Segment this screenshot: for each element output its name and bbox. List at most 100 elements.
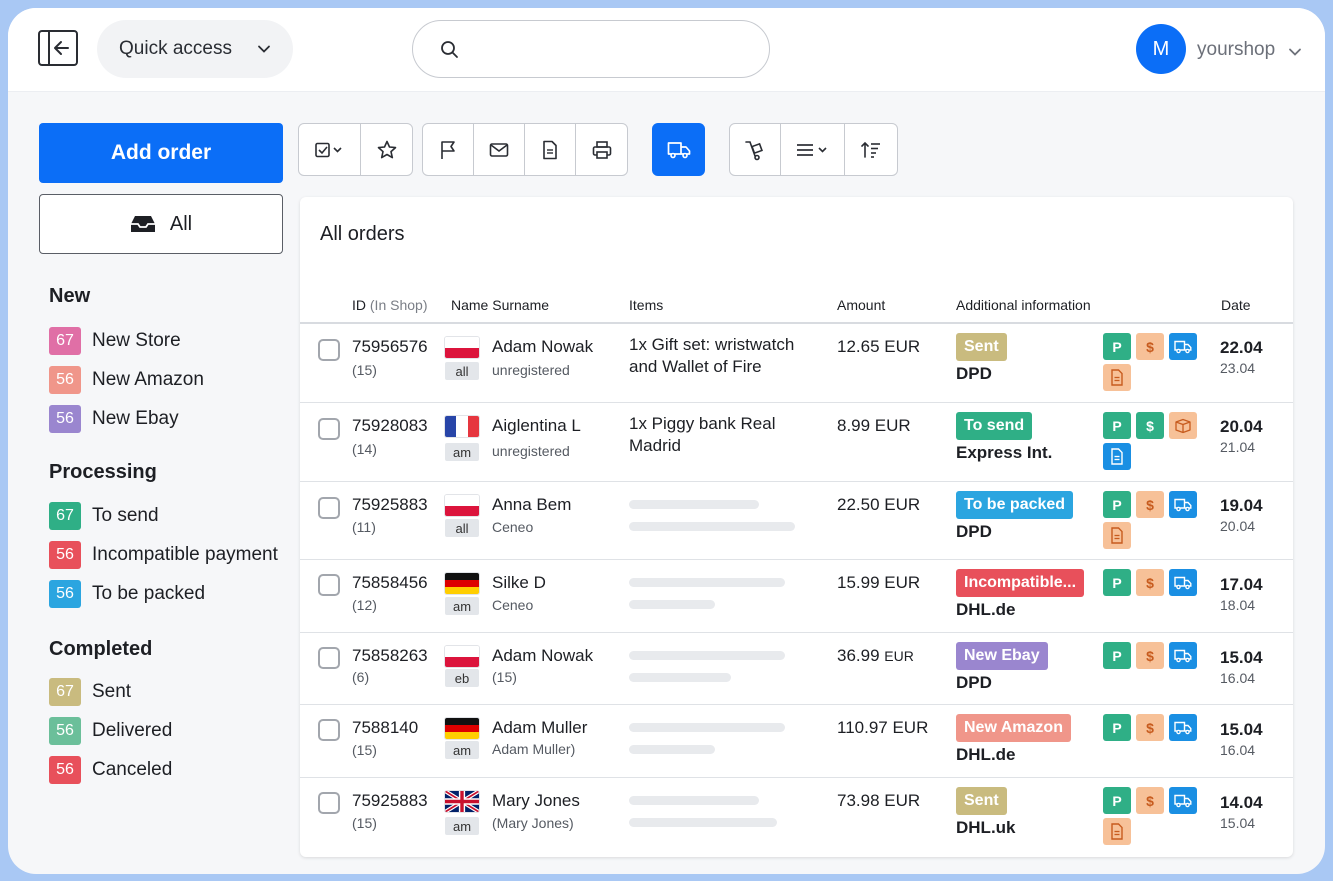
column-header-amount[interactable]: Amount xyxy=(837,297,885,313)
favorite-button[interactable] xyxy=(361,124,412,175)
dollar-icon[interactable]: $ xyxy=(1136,569,1164,596)
table-row[interactable]: 75928083 (14) am Aiglentina L unregister… xyxy=(300,403,1293,482)
table-row[interactable]: 75858456 (12) am Silke D Ceneo 15.99 EUR… xyxy=(300,560,1293,633)
dollar-icon[interactable]: $ xyxy=(1136,714,1164,741)
print-button[interactable] xyxy=(576,124,627,175)
payment-p-icon[interactable]: P xyxy=(1103,491,1131,518)
table-row[interactable]: 75956576 (15) all Adam Nowak unregistere… xyxy=(300,324,1293,403)
dollar-icon[interactable]: $ xyxy=(1136,491,1164,518)
customer-name[interactable]: Adam Muller xyxy=(492,718,587,738)
order-date: 17.04 xyxy=(1220,575,1263,594)
status-badge[interactable]: New Ebay xyxy=(956,642,1048,670)
order-amount: 8.99 EUR xyxy=(837,416,911,435)
customer-name[interactable]: Aiglentina L xyxy=(492,416,581,436)
dollar-icon[interactable]: $ xyxy=(1136,642,1164,669)
items-placeholder xyxy=(629,578,785,587)
dollar-icon[interactable]: $ xyxy=(1136,787,1164,814)
avatar[interactable]: M xyxy=(1136,24,1186,74)
truck-icon[interactable] xyxy=(1169,333,1197,360)
sidebar-item-new-ebay[interactable]: 56 New Ebay xyxy=(49,405,179,433)
sidebar-item-label: To send xyxy=(92,505,159,526)
select-dropdown-button[interactable] xyxy=(299,124,361,175)
shipping-button[interactable] xyxy=(652,123,705,176)
row-checkbox[interactable] xyxy=(318,497,340,519)
column-header-id[interactable]: ID (In Shop) xyxy=(352,297,427,313)
column-header-date[interactable]: Date xyxy=(1221,297,1251,313)
status-badge[interactable]: To send xyxy=(956,412,1033,440)
trolley-button[interactable] xyxy=(730,124,781,175)
truck-icon[interactable] xyxy=(1169,787,1197,814)
document-button[interactable] xyxy=(525,124,576,175)
customer-name[interactable]: Anna Bem xyxy=(492,495,571,515)
quick-access-dropdown[interactable]: Quick access xyxy=(97,20,293,78)
table-row[interactable]: 7588140 (15) am Adam Muller Adam Muller)… xyxy=(300,705,1293,778)
table-row[interactable]: 75925883 (11) all Anna Bem Ceneo 22.50 E… xyxy=(300,482,1293,560)
dollar-icon[interactable]: $ xyxy=(1136,412,1164,439)
add-order-button[interactable]: Add order xyxy=(39,123,283,183)
truck-icon[interactable] xyxy=(1169,714,1197,741)
column-header-info[interactable]: Additional information xyxy=(956,297,1091,313)
status-badge[interactable]: Incompatible... xyxy=(956,569,1085,597)
sidebar-item-incompatible-payment[interactable]: 56 Incompatible payment xyxy=(49,541,278,569)
row-checkbox[interactable] xyxy=(318,418,340,440)
status-badge[interactable]: Sent xyxy=(956,787,1007,815)
username[interactable]: yourshop xyxy=(1197,39,1275,61)
sidebar-item-to-be-packed[interactable]: 56 To be packed xyxy=(49,580,205,608)
row-checkbox[interactable] xyxy=(318,719,340,741)
toolbar-group-view xyxy=(729,123,898,176)
sidebar-item-canceled[interactable]: 56 Canceled xyxy=(49,756,172,784)
chevron-down-icon xyxy=(258,45,270,53)
status-badge[interactable]: New Amazon xyxy=(956,714,1071,742)
customer-name[interactable]: Mary Jones xyxy=(492,791,580,811)
row-checkbox[interactable] xyxy=(318,647,340,669)
all-orders-button[interactable]: All xyxy=(39,194,283,254)
document-icon xyxy=(543,140,557,159)
payment-p-icon[interactable]: P xyxy=(1103,569,1131,596)
sidebar-item-to-send[interactable]: 67 To send xyxy=(49,502,159,530)
order-date-secondary: 23.04 xyxy=(1220,360,1256,376)
sidebar-item-delivered[interactable]: 56 Delivered xyxy=(49,717,172,745)
customer-name[interactable]: Silke D xyxy=(492,573,546,593)
carrier-name: DPD xyxy=(956,522,992,541)
shop-badge: all xyxy=(445,362,479,380)
row-checkbox[interactable] xyxy=(318,792,340,814)
truck-icon[interactable] xyxy=(1169,491,1197,518)
sidebar-item-new-store[interactable]: 67 New Store xyxy=(49,327,181,355)
sidebar-item-new-amazon[interactable]: 56 New Amazon xyxy=(49,366,204,394)
status-badge[interactable]: To be packed xyxy=(956,491,1074,519)
table-row[interactable]: 75925883 (15) am Mary Jones (Mary Jones)… xyxy=(300,778,1293,857)
sidebar-item-sent[interactable]: 67 Sent xyxy=(49,678,131,706)
row-checkbox[interactable] xyxy=(318,339,340,361)
customer-name[interactable]: Adam Nowak xyxy=(492,646,593,666)
collapse-sidebar-icon[interactable] xyxy=(38,30,78,66)
invoice-icon[interactable] xyxy=(1103,364,1131,391)
payment-p-icon[interactable]: P xyxy=(1103,412,1131,439)
status-badge[interactable]: Sent xyxy=(956,333,1007,361)
invoice-icon[interactable] xyxy=(1103,818,1131,845)
column-header-name[interactable]: Name Surname xyxy=(451,297,549,313)
dollar-icon[interactable]: $ xyxy=(1136,333,1164,360)
flag-button[interactable] xyxy=(423,124,474,175)
payment-p-icon[interactable]: P xyxy=(1103,333,1131,360)
sidebar-item-label: New Ebay xyxy=(92,408,179,429)
chevron-down-icon[interactable] xyxy=(1288,45,1302,59)
table-row[interactable]: 75858263 (6) eb Adam Nowak (15) 36.99 EU… xyxy=(300,633,1293,705)
truck-icon[interactable] xyxy=(1169,642,1197,669)
top-bar: Quick access M yourshop xyxy=(8,8,1325,92)
invoice-icon[interactable] xyxy=(1103,522,1131,549)
email-button[interactable] xyxy=(474,124,525,175)
payment-p-icon[interactable]: P xyxy=(1103,787,1131,814)
payment-p-icon[interactable]: P xyxy=(1103,642,1131,669)
sort-button[interactable] xyxy=(845,124,897,175)
order-shop-id: (6) xyxy=(352,669,370,685)
row-checkbox[interactable] xyxy=(318,574,340,596)
package-icon[interactable] xyxy=(1169,412,1197,439)
column-header-items[interactable]: Items xyxy=(629,297,663,313)
customer-name[interactable]: Adam Nowak xyxy=(492,337,593,357)
search-input[interactable] xyxy=(412,20,770,78)
invoice-icon[interactable] xyxy=(1103,443,1131,470)
truck-icon[interactable] xyxy=(1169,569,1197,596)
payment-p-icon[interactable]: P xyxy=(1103,714,1131,741)
order-amount: 15.99 EUR xyxy=(837,573,921,592)
list-view-dropdown-button[interactable] xyxy=(781,124,845,175)
